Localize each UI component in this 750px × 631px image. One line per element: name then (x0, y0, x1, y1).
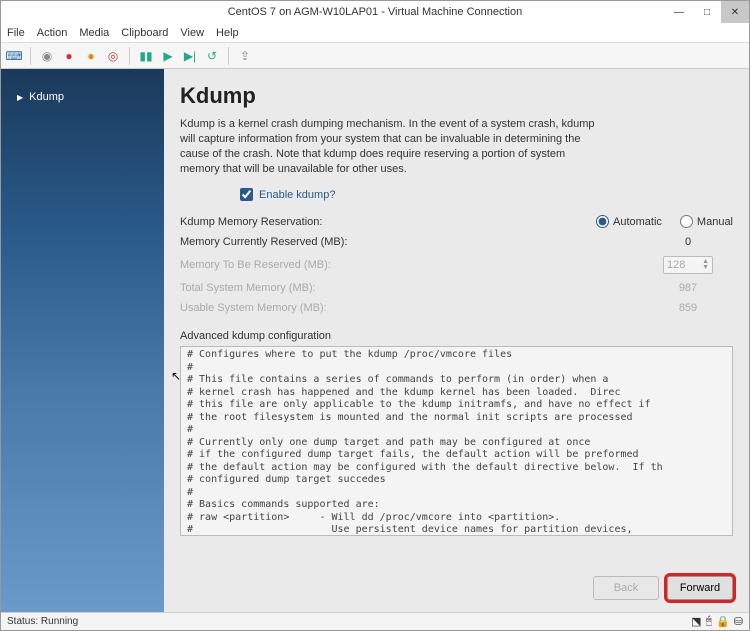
radio-automatic[interactable]: Automatic (596, 215, 662, 228)
enable-kdump-input[interactable] (240, 188, 253, 201)
mem-reservation-label: Kdump Memory Reservation: (180, 216, 596, 228)
menu-clipboard[interactable]: Clipboard (121, 27, 168, 39)
disk-tray-icon[interactable]: ⛁ (734, 615, 743, 628)
share-icon[interactable]: ⇪ (236, 47, 254, 65)
revert-icon[interactable]: ↺ (203, 47, 221, 65)
power-turnoff-icon[interactable]: ● (60, 47, 78, 65)
mem-current-value: 0 (643, 236, 733, 248)
sidebar-item-kdump[interactable]: ▶ Kdump (1, 87, 164, 107)
mem-toreserve-spinner[interactable]: 128 ▲▼ (663, 256, 713, 274)
advanced-config-label: Advanced kdump configuration (180, 330, 733, 342)
pause-icon[interactable]: ▮▮ (137, 47, 155, 65)
minimize-button[interactable]: — (665, 1, 693, 23)
mem-toreserve-value: 128 (667, 259, 685, 271)
usable-mem-label: Usable System Memory (MB): (180, 302, 643, 314)
spinner-arrows-icon[interactable]: ▲▼ (702, 259, 709, 271)
sidebar-item-label: Kdump (29, 91, 64, 103)
window-title: CentOS 7 on AGM-W10LAP01 - Virtual Machi… (228, 6, 523, 18)
menu-help[interactable]: Help (216, 27, 239, 39)
main-panel: Kdump Kdump is a kernel crash dumping me… (164, 69, 749, 612)
menu-media[interactable]: Media (79, 27, 109, 39)
power-start-icon[interactable]: ◉ (38, 47, 56, 65)
chevron-right-icon: ▶ (17, 93, 23, 102)
menu-view[interactable]: View (180, 27, 204, 39)
speaker-tray-icon[interactable]: 🖰 (705, 615, 712, 628)
advanced-config-textarea[interactable]: # Configures where to put the kdump /pro… (180, 346, 733, 536)
sidebar: ▶ Kdump (1, 69, 164, 612)
power-save-icon[interactable]: ◎ (104, 47, 122, 65)
back-button[interactable]: Back (593, 576, 659, 600)
checkpoint-icon[interactable]: ▶| (181, 47, 199, 65)
page-title: Kdump (180, 83, 733, 109)
menubar: File Action Media Clipboard View Help (1, 23, 749, 43)
radio-manual[interactable]: Manual (680, 215, 733, 228)
maximize-button[interactable]: □ (693, 1, 721, 23)
enable-kdump-label: Enable kdump? (259, 189, 335, 201)
mem-current-label: Memory Currently Reserved (MB): (180, 236, 643, 248)
statusbar: Status: Running ⬔ 🖰 🔒 ⛁ (1, 612, 749, 630)
reset-icon[interactable]: ▶ (159, 47, 177, 65)
close-button[interactable]: ✕ (721, 1, 749, 23)
total-mem-value: 987 (643, 282, 733, 294)
usable-mem-value: 859 (643, 302, 733, 314)
enable-kdump-checkbox[interactable]: Enable kdump? (240, 188, 733, 201)
window-titlebar: CentOS 7 on AGM-W10LAP01 - Virtual Machi… (1, 1, 749, 23)
status-text: Status: Running (7, 616, 78, 627)
menu-file[interactable]: File (7, 27, 25, 39)
lock-tray-icon[interactable]: 🔒 (716, 615, 730, 628)
forward-button[interactable]: Forward (667, 576, 733, 600)
page-description: Kdump is a kernel crash dumping mechanis… (180, 117, 600, 176)
menu-action[interactable]: Action (37, 27, 68, 39)
power-shutdown-icon[interactable]: ● (82, 47, 100, 65)
ctrl-alt-del-icon[interactable]: ⌨ (5, 47, 23, 65)
mem-toreserve-label: Memory To Be Reserved (MB): (180, 259, 643, 271)
total-mem-label: Total System Memory (MB): (180, 282, 643, 294)
toolbar: ⌨ ◉ ● ● ◎ ▮▮ ▶ ▶| ↺ ⇪ (1, 43, 749, 69)
network-tray-icon[interactable]: ⬔ (691, 615, 701, 628)
